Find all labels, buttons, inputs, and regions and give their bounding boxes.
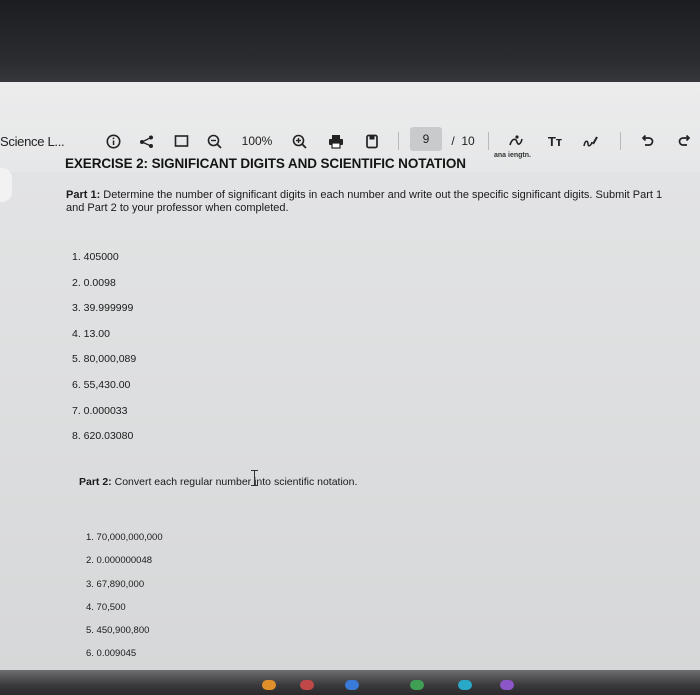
text-cursor — [251, 470, 258, 486]
list-item: 3. 39.999999 — [72, 302, 134, 315]
page-count: 10 — [461, 134, 475, 148]
list-item: 6. 55,430.00 — [72, 378, 131, 391]
dock-app-icon[interactable] — [345, 680, 359, 690]
share-icon[interactable] — [137, 130, 155, 152]
toolbar-separator — [488, 132, 489, 150]
page-separator: / — [451, 134, 455, 148]
page-number-input[interactable]: 9 — [410, 127, 442, 151]
page-fragment-text: ana iengtn. — [494, 152, 531, 159]
save-icon[interactable] — [363, 130, 381, 152]
part1-label: Part 1: — [66, 189, 101, 201]
list-item: 4. 70,500 — [86, 601, 126, 613]
toolbar-separator — [398, 132, 399, 150]
part1-list: 1. 405000 2. 0.0098 3. 39.999999 4. 13.0… — [72, 245, 136, 450]
list-item: 2. 0.000000048 — [86, 555, 153, 567]
monitor-bezel — [0, 0, 700, 88]
draw-icon[interactable] — [580, 130, 600, 152]
zoom-level[interactable]: 100% — [238, 130, 276, 152]
pdf-viewer: Science L... 100% 9 / 10 Tт ana iengtn. … — [0, 82, 700, 682]
dock-app-icon[interactable] — [500, 680, 514, 690]
list-item: 1. 405000 — [72, 251, 119, 263]
sidebar-toggle[interactable] — [0, 168, 12, 202]
toolbar-separator — [620, 132, 621, 150]
part2-instructions: Part 2: Convert each regular number into… — [79, 476, 357, 488]
undo-icon[interactable] — [638, 130, 656, 152]
exercise-title: EXERCISE 2: SIGNIFICANT DIGITS AND SCIEN… — [65, 156, 466, 171]
sign-icon[interactable] — [506, 130, 526, 152]
dock-app-icon[interactable] — [300, 680, 314, 690]
zoom-in-icon[interactable] — [290, 130, 308, 152]
list-item: 4. 13.00 — [72, 327, 110, 340]
breadcrumb[interactable]: Science L... — [0, 134, 65, 149]
part1-instructions: Part 1: Determine the number of signific… — [66, 189, 666, 215]
part2-label: Part 2: — [79, 476, 112, 488]
zoom-out-icon[interactable] — [205, 130, 223, 152]
bookmark-icon[interactable] — [172, 130, 190, 152]
dock-app-icon[interactable] — [262, 680, 276, 690]
dock-app-icon[interactable] — [458, 680, 472, 690]
info-icon[interactable] — [104, 130, 122, 152]
list-item: 5. 450,900,800 — [86, 625, 150, 637]
list-item: 1. 70,000,000,000 — [86, 532, 163, 543]
print-icon[interactable] — [327, 130, 345, 152]
list-item: 6. 0.009045 — [86, 648, 137, 660]
page-total: / 10 — [448, 130, 478, 152]
list-item: 3. 67,890,000 — [86, 578, 145, 590]
text-size-icon[interactable]: Tт — [544, 130, 566, 152]
redo-icon[interactable] — [676, 130, 694, 152]
part2-text: Convert each regular number into scienti… — [111, 476, 358, 488]
part2-list: 1. 70,000,000,000 2. 0.000000048 3. 67,8… — [86, 526, 163, 682]
list-item: 2. 0.0098 — [72, 276, 116, 289]
list-item: 7. 0.000033 — [72, 404, 128, 417]
dock-app-icon[interactable] — [410, 680, 424, 690]
list-item: 5. 80,000,089 — [72, 353, 137, 366]
part1-text: Determine the number of significant digi… — [66, 189, 663, 214]
list-item: 8. 620.03080 — [72, 430, 134, 443]
